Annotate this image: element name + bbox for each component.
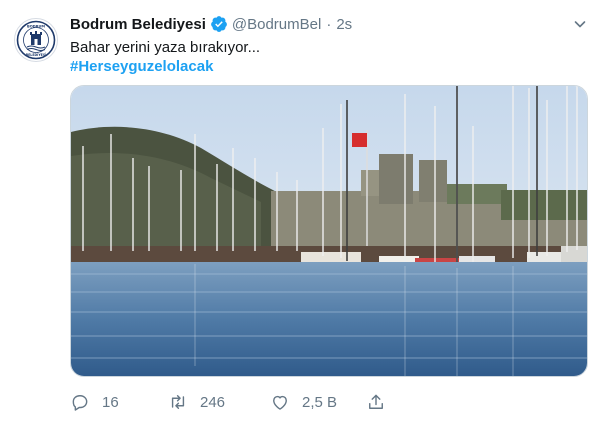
harbor-photo [71, 86, 587, 376]
retweet-count: 246 [200, 393, 226, 411]
verified-badge-icon [210, 15, 228, 33]
tweet-timestamp[interactable]: 2s [336, 16, 352, 33]
header-separator: · [326, 15, 332, 33]
reply-icon [72, 395, 88, 411]
tweet-text: Bahar yerini yaza bırakıyor... [70, 39, 261, 56]
reply-button[interactable]: 16 [70, 392, 119, 412]
tweet-actions: 16 246 2,5 B [70, 392, 590, 416]
emblem-ring-text-top: BODRUM [27, 25, 45, 29]
hashtag-link[interactable]: #Herseyguzelolacak [70, 57, 213, 77]
municipality-emblem-icon: BODRUM BELEDİYESİ [16, 20, 56, 60]
share-button[interactable] [366, 392, 386, 412]
retweet-button[interactable]: 246 [168, 392, 225, 412]
tweet[interactable]: BODRUM BELEDİYESİ Bodrum Belediyesi @Bod… [0, 0, 600, 423]
emblem-ring-text-bottom: BELEDİYESİ [26, 52, 47, 57]
tweet-media-photo[interactable] [70, 85, 588, 377]
avatar[interactable]: BODRUM BELEDİYESİ [14, 18, 58, 62]
author-name[interactable]: Bodrum Belediyesi [70, 16, 206, 33]
like-count: 2,5 B [302, 393, 338, 411]
like-button[interactable]: 2,5 B [270, 392, 337, 412]
share-icon [369, 394, 383, 409]
author-handle[interactable]: @BodrumBel [232, 16, 321, 33]
tweet-header: Bodrum Belediyesi @BodrumBel · 2s [70, 15, 352, 33]
chevron-down-icon[interactable] [572, 16, 588, 32]
retweet-icon [171, 395, 185, 409]
reply-count: 16 [102, 393, 119, 411]
heart-icon [273, 395, 287, 410]
